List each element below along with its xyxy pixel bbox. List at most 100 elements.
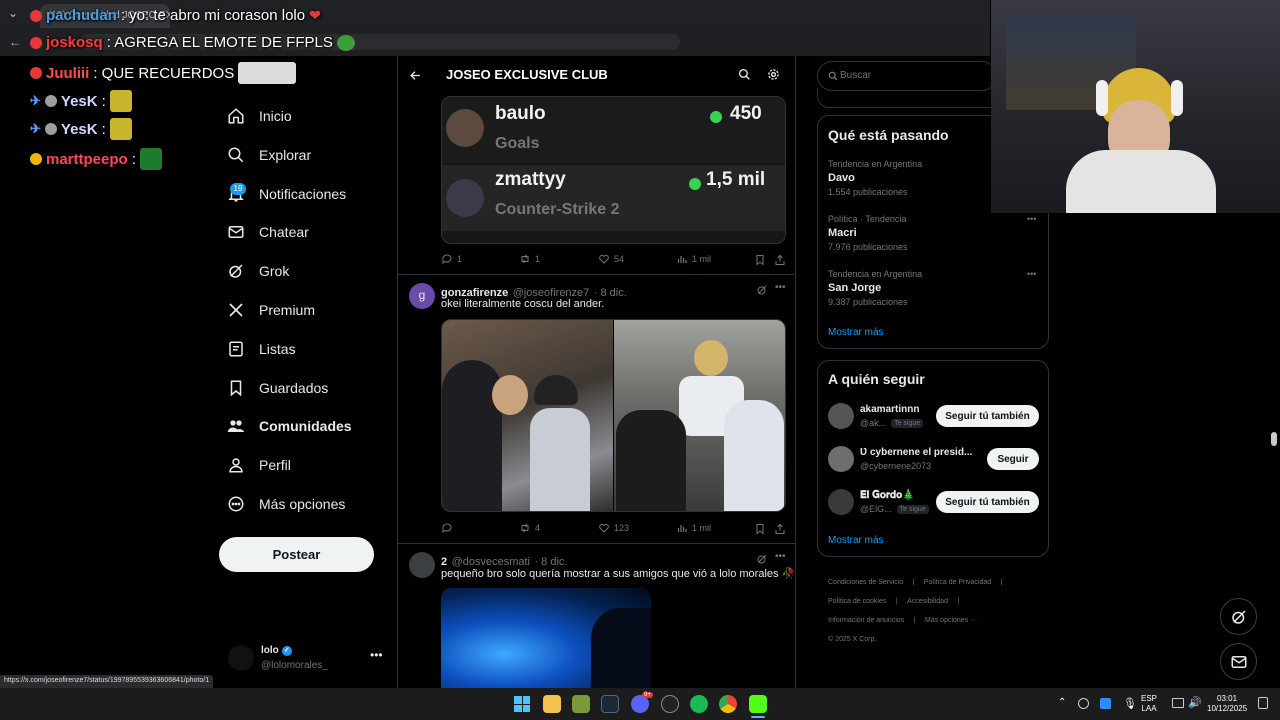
gear-icon[interactable]: [767, 68, 780, 81]
post-button[interactable]: Postear: [219, 537, 374, 572]
nav-premium[interactable]: Premium: [227, 296, 315, 324]
sword-badge-icon: ✈: [30, 93, 41, 108]
follow-button[interactable]: Seguir tú también: [936, 405, 1039, 427]
more-horizontal-icon[interactable]: •••: [370, 648, 383, 662]
nav-mas-opciones[interactable]: Más opciones: [227, 490, 345, 518]
avatar[interactable]: [409, 552, 435, 578]
follow-suggestion[interactable]: akamartinnn @ak... Te sigue Seguir tú ta…: [828, 402, 1043, 432]
footer-link[interactable]: Accesibilidad: [907, 598, 948, 605]
tweet-photo[interactable]: [442, 320, 613, 511]
follow-button[interactable]: Seguir tú también: [936, 491, 1039, 513]
bookmark-icon[interactable]: [754, 254, 766, 266]
online-dot-icon: [710, 111, 722, 123]
tweet-photo[interactable]: [441, 588, 651, 688]
trend-meta: Política · Tendencia: [828, 214, 907, 224]
heart-icon: [599, 523, 609, 533]
scrollbar-thumb[interactable]: [1271, 432, 1277, 446]
nav-label: Chatear: [259, 224, 309, 240]
kick-icon[interactable]: [749, 695, 767, 713]
nav-explorar[interactable]: Explorar: [227, 141, 311, 169]
search-input[interactable]: Buscar: [817, 61, 997, 91]
app-icon[interactable]: [572, 695, 590, 713]
more-horizontal-icon[interactable]: •••: [1027, 214, 1036, 224]
avatar: [828, 489, 854, 515]
search-placeholder: Buscar: [840, 70, 872, 81]
more-horizontal-icon[interactable]: •••: [775, 551, 786, 562]
leaderboard-name: zmattyy: [495, 169, 566, 190]
views-button[interactable]: 1 mil: [676, 253, 711, 265]
footer-link[interactable]: Política de cookies: [828, 598, 886, 605]
follow-suggestion[interactable]: 𝐄𝐥 𝐆𝐨𝐫𝐝𝐨🎄 @ElG... Te sigue Seguir tú tam…: [828, 488, 1043, 518]
retweet-button[interactable]: 1: [519, 253, 540, 265]
trend-meta: Tendencia en Argentina: [828, 269, 923, 279]
grok-icon[interactable]: [756, 553, 768, 565]
share-icon[interactable]: [774, 523, 786, 535]
trend-item[interactable]: Política · Tendencia Macri 7.976 publica…: [828, 214, 1043, 252]
person-shape: [442, 360, 502, 511]
avatar[interactable]: g: [409, 283, 435, 309]
reply-button[interactable]: [441, 522, 457, 534]
footer-link[interactable]: Condiciones de Servicio: [828, 579, 903, 586]
chat-message: ✈ YesK:: [30, 90, 132, 112]
grok-icon[interactable]: [756, 284, 768, 296]
nav-guardados[interactable]: Guardados: [227, 374, 328, 402]
trends-title: Qué está pasando: [828, 127, 949, 143]
windows-start-icon[interactable]: [514, 696, 530, 712]
more-horizontal-icon[interactable]: •••: [775, 282, 786, 293]
obs-icon[interactable]: [661, 695, 679, 713]
security-icon[interactable]: [1100, 698, 1111, 709]
show-more-link[interactable]: Mostrar más: [828, 535, 884, 546]
more-horizontal-icon[interactable]: •••: [1027, 269, 1036, 279]
footer-link[interactable]: Política de Privacidad: [924, 579, 991, 586]
show-more-link[interactable]: Mostrar más: [828, 327, 884, 338]
back-icon[interactable]: ←: [9, 35, 21, 49]
messages-floating-button[interactable]: [1220, 643, 1257, 680]
like-button[interactable]: 123: [598, 522, 629, 534]
account-switcher[interactable]: lolo ✓ @lolomorales_ •••: [228, 640, 388, 676]
reply-button[interactable]: 1: [441, 253, 462, 265]
chrome-icon[interactable]: [719, 695, 737, 713]
network-icon[interactable]: [1172, 698, 1184, 708]
nav-comunidades[interactable]: Comunidades: [227, 412, 352, 440]
follow-button[interactable]: Seguir: [987, 448, 1039, 470]
tab-list-icon[interactable]: ⌄: [8, 6, 18, 20]
microphone-icon[interactable]: 🎙: [1123, 697, 1137, 710]
steam-icon[interactable]: [601, 695, 619, 713]
like-button[interactable]: 54: [598, 253, 624, 265]
retweet-button[interactable]: 4: [519, 522, 540, 534]
share-icon[interactable]: [774, 254, 786, 266]
nav-notificaciones[interactable]: Notificaciones: [227, 180, 346, 208]
notification-center-icon[interactable]: [1258, 697, 1268, 709]
chevron-up-icon[interactable]: ⌃: [1058, 697, 1066, 708]
volume-icon[interactable]: 🔊: [1188, 696, 1202, 709]
language-indicator[interactable]: ESP LAA: [1141, 694, 1157, 714]
footer-link[interactable]: Información de anuncios: [828, 617, 904, 624]
language-code: ESP: [1141, 694, 1158, 703]
tweet-photo[interactable]: [614, 320, 785, 511]
nav-grok[interactable]: Grok: [227, 257, 289, 285]
clock[interactable]: 03:01 10/12/2025: [1207, 694, 1247, 714]
trend-item[interactable]: Tendencia en Argentina San Jorge 9.387 p…: [828, 269, 1043, 307]
communities-icon: [227, 420, 245, 432]
file-explorer-icon[interactable]: [543, 695, 561, 713]
follow-name: akamartinnn: [860, 404, 920, 415]
reply-icon: [442, 523, 452, 533]
sync-icon[interactable]: [1078, 698, 1089, 709]
headphones-shape: [1171, 80, 1183, 116]
search-icon[interactable]: [738, 68, 751, 81]
tweet-media[interactable]: baulo Goals 450 zmattyy Counter-Strike 2…: [441, 96, 786, 244]
nav-perfil[interactable]: Perfil: [227, 451, 291, 479]
tweet-media[interactable]: [441, 319, 786, 512]
follow-suggestion[interactable]: Ʋ cybernene el presid... @cybernene2073 …: [828, 445, 1043, 475]
bookmark-icon[interactable]: [754, 523, 766, 535]
views-button[interactable]: 1 mil: [676, 522, 711, 534]
link-status-url: https://x.com/joseofirenze7/status/19978…: [0, 675, 214, 688]
nav-inicio[interactable]: Inicio: [227, 102, 292, 130]
nav-chatear[interactable]: Chatear: [227, 218, 309, 246]
spotify-icon[interactable]: [690, 695, 708, 713]
footer-link[interactable]: Más opciones ···: [925, 617, 977, 624]
keyboard-layout: LAA: [1141, 704, 1157, 713]
back-arrow-icon[interactable]: [409, 69, 422, 82]
nav-listas[interactable]: Listas: [227, 335, 296, 363]
grok-floating-button[interactable]: [1220, 598, 1257, 635]
